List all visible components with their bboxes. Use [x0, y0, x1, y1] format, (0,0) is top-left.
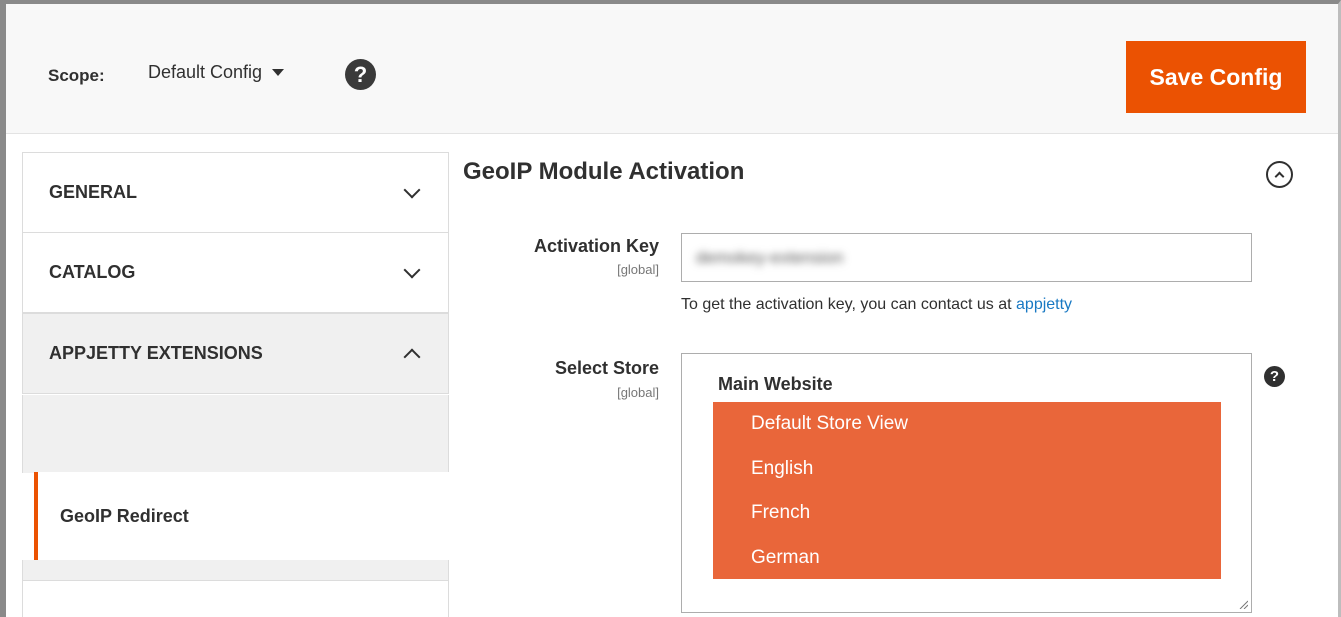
select-store-label: Select Store — [554, 358, 659, 378]
scope-help-icon[interactable]: ? — [345, 59, 376, 90]
save-config-button[interactable]: Save Config — [1126, 41, 1306, 113]
sidebar-section-general[interactable]: GENERAL — [22, 152, 449, 233]
chevron-up-icon — [1274, 171, 1285, 181]
sidebar-spacer — [22, 395, 449, 473]
store-options: Default Store View English French German — [713, 402, 1221, 579]
activation-key-scope: [global] — [617, 262, 659, 277]
store-group-main-website: Main Website — [718, 374, 833, 394]
question-mark-glyph: ? — [353, 61, 368, 87]
scope-bar: Scope: Default Config ? Save Config — [6, 4, 1338, 134]
section-title: GeoIP Module Activation — [463, 158, 745, 185]
chevron-down-icon — [403, 261, 421, 278]
activation-key-note-text: To get the activation key, you can conta… — [681, 296, 1017, 313]
chevron-down-icon — [403, 181, 421, 198]
store-option[interactable]: Default Store View — [713, 402, 1221, 447]
activation-key-input[interactable]: demokey-extension — [681, 233, 1252, 282]
scope-switcher[interactable]: Default Config — [148, 62, 285, 83]
sidebar-section-catalog[interactable]: CATALOG — [22, 232, 449, 313]
sidebar-next-item — [22, 560, 449, 617]
question-mark-glyph: ? — [1269, 368, 1280, 385]
scope-label: Scope: — [48, 66, 105, 85]
scope-switcher-value: Default Config — [148, 62, 263, 82]
activation-key-label: Activation Key — [533, 236, 659, 256]
sidebar-item-geoip-redirect[interactable]: GeoIP Redirect — [34, 472, 449, 560]
chevron-up-icon — [403, 348, 421, 365]
caret-down-icon — [272, 69, 285, 76]
sidebar-item-label: GeoIP Redirect — [60, 505, 189, 526]
store-option[interactable]: English — [713, 447, 1221, 492]
store-option[interactable]: French — [713, 491, 1221, 536]
resize-handle-icon[interactable] — [1238, 599, 1248, 609]
sidebar-section-appjetty-extensions[interactable]: APPJETTY EXTENSIONS — [22, 313, 449, 394]
store-multiselect[interactable]: Main Website Default Store View English … — [681, 353, 1252, 613]
select-store-help-icon[interactable]: ? — [1264, 366, 1285, 387]
collapse-section-button[interactable] — [1266, 161, 1293, 188]
sidebar-next-item-inner — [23, 580, 448, 617]
store-option[interactable]: German — [713, 536, 1221, 581]
sidebar-section-label: GENERAL — [49, 182, 138, 202]
activation-key-note: To get the activation key, you can conta… — [681, 296, 1072, 314]
appjetty-link[interactable]: appjetty — [1016, 296, 1072, 313]
sidebar-section-label: CATALOG — [49, 262, 136, 282]
select-store-scope: [global] — [617, 385, 659, 400]
activation-key-value: demokey-extension — [696, 247, 844, 267]
sidebar-section-label: APPJETTY EXTENSIONS — [49, 343, 263, 363]
